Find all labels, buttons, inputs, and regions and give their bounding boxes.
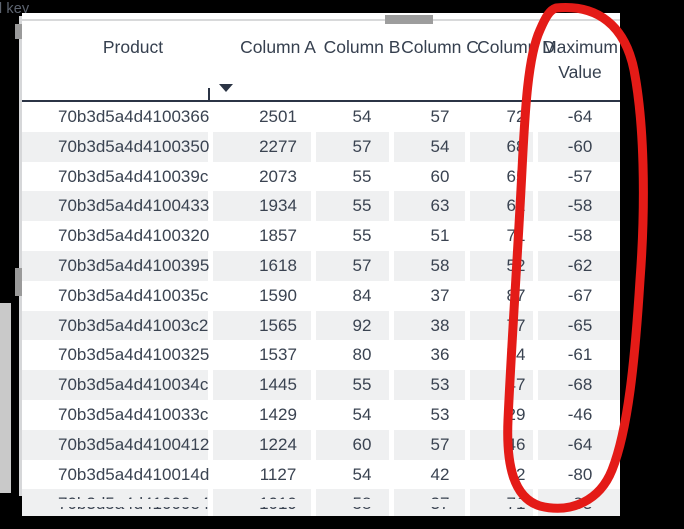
row-shading-gutter (208, 310, 213, 341)
cell-c: 37 (430, 285, 450, 305)
sort-descending-arrow-icon[interactable] (219, 84, 233, 92)
cell-max: -68 (567, 375, 593, 395)
column-header-product[interactable]: Product (58, 35, 208, 60)
cell-product: 70b3d5a4d4100320 (58, 226, 210, 246)
cell-product: 70b3d5a4d410039c (58, 166, 209, 186)
horizontal-scrollbar[interactable] (22, 13, 620, 27)
cell-c: 57 (430, 434, 450, 454)
cell-b: 57 (352, 136, 372, 156)
cell-c: 42 (430, 464, 450, 484)
cell-b: 60 (352, 434, 372, 454)
cell-c: 51 (430, 226, 450, 246)
cell-b: 54 (352, 107, 372, 126)
cell-product: 70b3d5a4d410014d (58, 464, 210, 484)
cell-b: 55 (352, 166, 372, 186)
table-body: 70b3d5a4d4100366 2501 54 57 72 -64 70b3d5a4d41… (22, 102, 620, 516)
cell-b: 55 (352, 226, 372, 246)
cell-max: -61 (567, 345, 593, 365)
cell-product: 70b3d5a4d4100412 (58, 434, 210, 454)
left-window-panel (0, 303, 11, 493)
table-row[interactable]: 70b3d5a4d410039c 2073 55 60 65 -57 (22, 161, 620, 192)
cell-max: -58 (567, 196, 593, 216)
cell-b: 84 (352, 285, 372, 305)
cell-product: 70b3d5a4d4100350 (58, 136, 210, 156)
cell-c: 36 (430, 345, 450, 365)
screenshot-canvas: rl key ProductColumn AColumn BColumn CCo… (0, 0, 684, 529)
table-row[interactable]: 70b3d5a4d410033c 1429 54 53 29 -46 (22, 399, 620, 430)
cell-product: 70b3d5a4d41003c2 (58, 315, 209, 335)
table-row[interactable]: 70b3d5a4d4100395 1618 57 58 52 -62 (22, 250, 620, 281)
cell-product: 70b3d5a4d4100395 (58, 255, 210, 275)
horizontal-scrollbar-thumb[interactable] (385, 15, 433, 24)
cell-b: 54 (352, 464, 372, 484)
cell-max: -60 (567, 136, 593, 156)
cell-max: -57 (567, 166, 593, 186)
table-row-partial (22, 499, 620, 507)
cell-max: -67 (567, 285, 593, 305)
row-shading-gutter (208, 370, 213, 400)
cell-max: -64 (567, 434, 593, 454)
column-header-column-c[interactable]: Column C (396, 35, 484, 60)
table-row[interactable]: 70b3d5a4d4100366 2501 54 57 72 -64 (22, 102, 620, 132)
table-row[interactable]: 70b3d5a4d410014d 1127 54 42 72 -80 (22, 459, 620, 490)
table-row[interactable]: 70b3d5a4d4100433 1934 55 63 61 -58 (22, 191, 620, 222)
table-header-row: Product Column A Column B Column C Column DM… (22, 27, 620, 102)
table-row[interactable]: 70b3d5a4d4100320 1857 55 51 71 -58 (22, 221, 620, 251)
cell-b: 80 (352, 345, 372, 365)
cell-product: 70b3d5a4d410035c (58, 285, 209, 305)
cell-b: 55 (352, 196, 372, 216)
cell-c: 54 (430, 136, 450, 156)
cell-c: 38 (430, 315, 450, 335)
cell-product: 70b3d5a4d410033c (58, 404, 209, 424)
table-row[interactable]: 70b3d5a4d410035c 1590 84 37 87 -67 (22, 280, 620, 311)
table-row[interactable]: 70b3d5a4d410034c 1445 55 53 47 -68 (22, 370, 620, 400)
column-header-maximumvalue[interactable]: MaximumValue (538, 35, 620, 85)
table-row[interactable]: 70b3d5a4d41003c2 1565 92 38 77 -65 (22, 310, 620, 341)
table-row[interactable]: 70b3d5a4d4100350 2277 57 54 68 -60 (22, 131, 620, 162)
cell-max: -58 (567, 226, 593, 246)
cell-max: -64 (567, 107, 593, 126)
horizontal-scrollbar-track[interactable] (22, 19, 620, 21)
cell-max: -46 (567, 404, 593, 424)
cell-c: 60 (430, 166, 450, 186)
cell-c: 53 (430, 375, 450, 395)
cell-product: 70b3d5a4d410034c (58, 375, 209, 395)
cell-product: 70b3d5a4d4100433 (58, 196, 210, 216)
cell-c: 53 (430, 404, 450, 424)
data-table: Product Column A Column B Column C Column DM… (22, 13, 620, 516)
cell-b: 57 (352, 255, 372, 275)
cell-c: 57 (430, 107, 450, 126)
table-row[interactable]: 70b3d5a4d4100412 1224 60 57 46 -64 (22, 429, 620, 460)
cell-max: -65 (567, 315, 593, 335)
cell-b: 55 (352, 375, 372, 395)
column-header-column-b[interactable]: Column B (318, 35, 406, 60)
cell-b: 92 (352, 315, 372, 335)
cell-c: 63 (430, 196, 450, 216)
cell-product: 70b3d5a4d4100325 (58, 345, 210, 365)
cell-max: -62 (567, 255, 593, 275)
cell-c: 58 (430, 255, 450, 275)
cell-b: 54 (352, 404, 372, 424)
table-row[interactable]: 70b3d5a4d4100325 1537 80 36 74 -61 (22, 340, 620, 371)
cell-product: 70b3d5a4d4100366 (58, 107, 210, 126)
cell-max: -80 (567, 464, 593, 484)
